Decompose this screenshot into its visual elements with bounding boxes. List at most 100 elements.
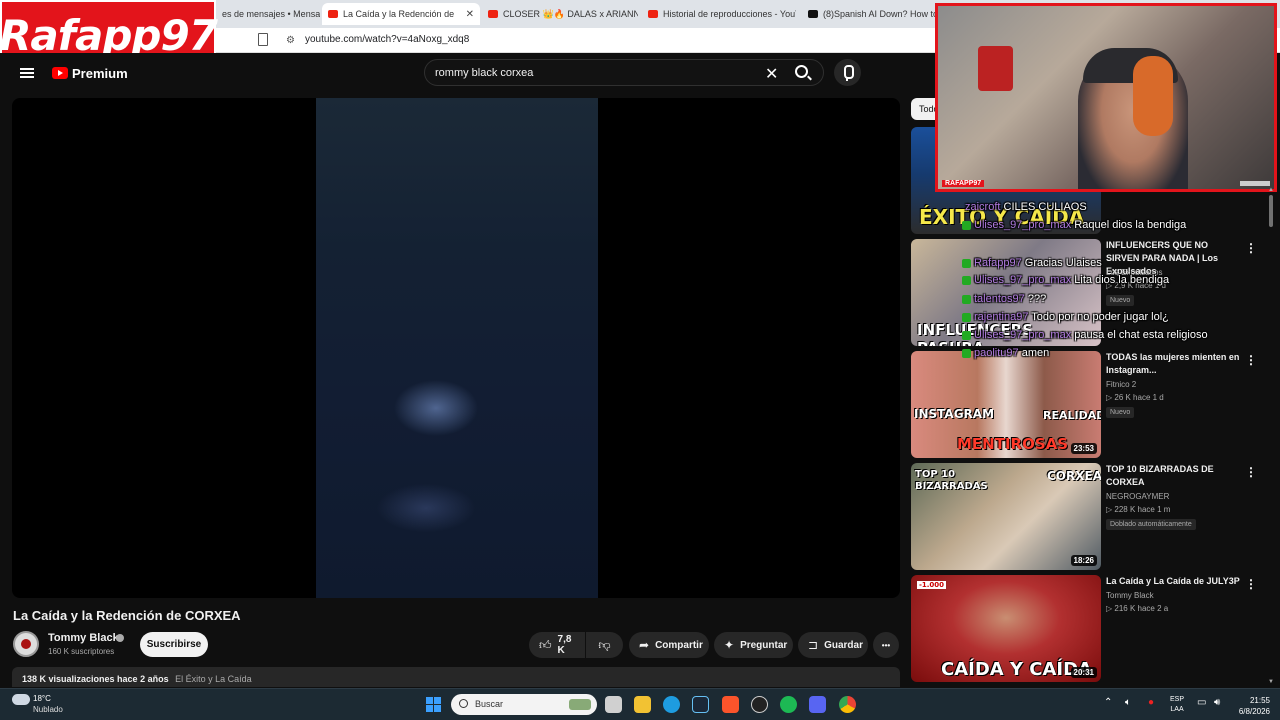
video-thumbnail[interactable]: INSTAGRAM REALIDAD MENTIROSAS 23:53 [911,351,1101,458]
weather-temp[interactable]: 18°C [33,694,51,703]
tab-label: La Caída y la Redención de [343,9,455,19]
channel-avatar[interactable] [13,631,39,657]
headphones [1133,56,1173,136]
thumbnail-text: REALIDAD [1043,409,1101,422]
chat-text: amen [1021,347,1050,359]
steam-icon[interactable] [692,696,709,713]
recommendation-title[interactable]: TOP 10 BIZARRADAS DE CORXEA [1106,463,1241,489]
webcam-overlay: RAFAPP97 [935,3,1277,192]
recommendation-meta: ▷ 228 K hace 1 m [1106,505,1171,514]
badge-icon [962,220,971,230]
weather-desc[interactable]: Nublado [33,705,63,714]
thumbnail-text: -1.000 [917,581,947,589]
youtube-logo-icon[interactable] [52,67,68,79]
chat-text: pausa el chat esta religioso [1074,329,1208,341]
task-view-icon[interactable] [605,696,622,713]
more-options-icon[interactable]: ⋮ [1245,241,1257,255]
ask-button[interactable]: ✦ Preguntar [714,632,793,658]
share-label: Compartir [655,639,703,651]
system-clock[interactable]: 21:55 6/8/2026 [1228,695,1270,717]
volume-icon[interactable]: 🔊︎ [1214,697,1220,708]
more-actions-button[interactable]: ••• [873,632,899,658]
recommendation-title[interactable]: La Caída y La Caída de JULY3P [1106,575,1241,588]
chat-user: Rafapp97 [974,257,1022,269]
file-explorer-icon[interactable] [634,696,651,713]
channel-name[interactable]: Tommy Black [48,632,119,644]
like-button[interactable]: 👍︎ 7,8 K [529,632,585,658]
chat-user: Ulises_97_pro_max [974,329,1072,341]
search-box[interactable]: rommy black corxea ✕ [424,59,824,86]
description-box[interactable]: 138 K visualizaciones hace 2 años El Éxi… [12,667,900,687]
recommendation-item[interactable]: -1.000 CAÍDA Y CAÍDA 20:31 La Caída y La… [911,575,1266,682]
taskbar-search[interactable]: Buscar [451,694,597,715]
badge-icon [962,294,971,304]
more-options-icon[interactable]: ⋮ [1245,353,1257,367]
clear-search-icon[interactable]: ✕ [765,64,778,84]
video-duration: 20:31 [1070,667,1097,678]
sparkle-icon: ✦ [724,638,735,652]
badge-icon [962,348,971,358]
subscribe-button[interactable]: Suscribirse [140,632,208,657]
recommendation-channel[interactable]: Fitnico 2 [1106,380,1136,389]
spotify-icon[interactable] [780,696,797,713]
notification-icon[interactable]: ● [1148,697,1154,708]
close-tab-icon[interactable]: ✕ [466,9,474,20]
site-info-icon[interactable]: ⚙ [286,35,295,46]
video-frame [316,98,598,598]
video-thumbnail[interactable]: TOP 10 BIZARRADAS CORXEA 18:26 [911,463,1101,570]
tab-label: Historial de reproducciones - YouTube [663,9,796,19]
more-options-icon[interactable]: ⋮ [1245,577,1257,591]
video-player[interactable] [12,98,900,598]
edge-icon[interactable] [663,696,680,713]
speaker-icon[interactable]: 🔈︎ [1125,697,1131,708]
chevron-up-icon[interactable]: ⌃ [1104,697,1112,708]
monitor-icon[interactable]: ▭ [1197,697,1206,708]
recommendation-channel[interactable]: NEGROGAYMER [1106,492,1169,501]
tab-closer[interactable]: CLOSER 👑🔥 DALAS x ARIANN 🐙 [482,3,638,25]
chat-message: talentos97 ??? [962,293,1046,305]
chrome-icon[interactable] [839,696,856,713]
bookmark-icon[interactable] [258,33,268,46]
premium-label[interactable]: Premium [72,66,128,81]
chat-text: ??? [1027,293,1047,305]
sidebar-scrollbar[interactable]: ▲ ▼ [1268,187,1274,685]
recommendation-channel[interactable]: Tommy Black [1106,591,1154,600]
badge-icon [962,275,971,285]
search-input[interactable]: rommy black corxea [435,67,533,79]
scroll-up-icon[interactable]: ▲ [1268,187,1274,193]
dislike-button[interactable]: 👎︎ [586,632,623,658]
url-field[interactable]: youtube.com/watch?v=4aNoxg_xdq8 [305,34,469,45]
cloud-icon[interactable] [12,694,30,705]
tab-messages[interactable]: es de mensajes • Mensajes [216,3,320,25]
obs-icon[interactable] [751,696,768,713]
video-title: La Caída y la Redención de CORXEA [13,608,241,623]
tab-current-video[interactable]: La Caída y la Redención de ✕ [322,3,480,25]
share-button[interactable]: ➦ Compartir [629,632,709,658]
search-highlight-image [569,699,591,710]
menu-icon[interactable] [20,68,34,78]
start-button[interactable] [426,697,441,712]
chat-user: rajentina97 [974,311,1029,323]
description-tags[interactable]: El Éxito y La Caída [175,674,252,684]
microphone-icon[interactable] [834,59,861,86]
recommendation-meta: ▷ 216 K hace 2 a [1106,604,1169,613]
video-thumbnail[interactable]: -1.000 CAÍDA Y CAÍDA 20:31 [911,575,1101,682]
clock-date: 6/8/2026 [1238,707,1270,716]
scrollbar-thumb[interactable] [1269,195,1273,227]
poster [978,46,1013,91]
language-indicator[interactable]: ESP LAA [1170,695,1184,715]
scroll-down-icon[interactable]: ▼ [1268,679,1274,685]
recommendation-item[interactable]: INSTAGRAM REALIDAD MENTIROSAS 23:53 TODA… [911,351,1266,458]
save-button[interactable]: ⊐ Guardar [798,632,868,658]
like-count: 7,8 K [557,634,572,656]
recommendation-title[interactable]: TODAS las mujeres mienten en Instagram..… [1106,351,1241,377]
bookmark-icon: ⊐ [808,638,819,652]
more-options-icon[interactable]: ⋮ [1245,465,1257,479]
tab-tiktok[interactable]: (8)Spanish AI Down? How to C [802,3,936,25]
recommendation-item[interactable]: TOP 10 BIZARRADAS CORXEA 18:26 TOP 10 BI… [911,463,1266,570]
brave-icon[interactable] [722,696,739,713]
tab-label: (8)Spanish AI Down? How to C [823,9,936,19]
search-icon[interactable] [795,65,808,78]
discord-icon[interactable] [809,696,826,713]
tab-history[interactable]: Historial de reproducciones - YouTube [642,3,796,25]
